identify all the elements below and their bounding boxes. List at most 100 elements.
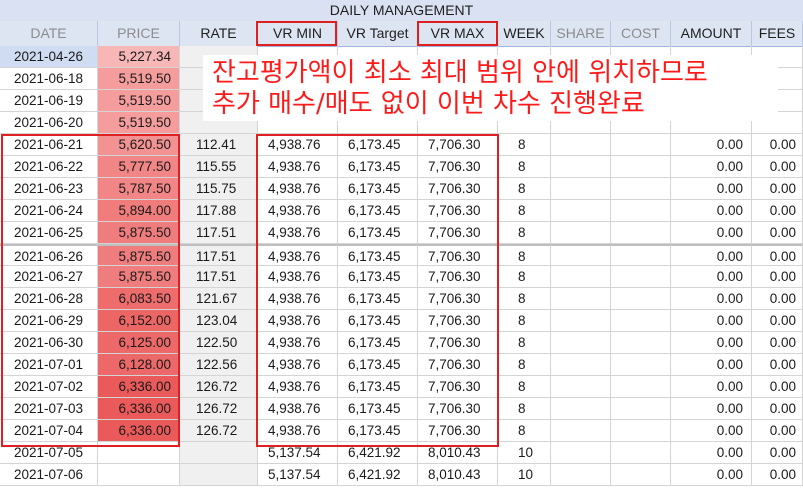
vr-target-cell[interactable]: 6,421.92: [338, 464, 418, 486]
week-cell[interactable]: 8: [498, 310, 551, 332]
amount-cell[interactable]: 0.00: [671, 376, 752, 398]
cost-cell[interactable]: [611, 222, 671, 244]
rate-cell[interactable]: 121.67: [180, 288, 258, 310]
cost-cell[interactable]: [611, 156, 671, 178]
price-cell[interactable]: 6,336.00: [98, 376, 180, 398]
fees-cell[interactable]: 0.00: [752, 222, 803, 244]
week-cell[interactable]: 8: [498, 332, 551, 354]
vr-max-cell[interactable]: 7,706.30: [418, 354, 498, 376]
share-cell[interactable]: [551, 464, 611, 486]
table-row[interactable]: 2021-06-23 5,787.50 115.75 4,938.76 6,173.45…: [0, 178, 803, 200]
price-cell[interactable]: 5,787.50: [98, 178, 180, 200]
amount-cell[interactable]: 0.00: [671, 266, 752, 288]
cost-cell[interactable]: [611, 464, 671, 486]
vr-target-cell[interactable]: 6,173.45: [338, 222, 418, 244]
amount-cell[interactable]: 0.00: [671, 354, 752, 376]
table-row[interactable]: 2021-07-02 6,336.00 126.72 4,938.76 6,173.45…: [0, 376, 803, 398]
date-cell[interactable]: 2021-06-18: [0, 68, 98, 90]
vr-min-cell[interactable]: 4,938.76: [258, 156, 338, 178]
rate-cell[interactable]: 117.51: [180, 266, 258, 288]
rate-cell[interactable]: 112.41: [180, 134, 258, 156]
header-vr-min[interactable]: VR MIN: [258, 21, 338, 46]
cost-cell[interactable]: [611, 310, 671, 332]
vr-target-cell[interactable]: 6,173.45: [338, 398, 418, 420]
share-cell[interactable]: [551, 442, 611, 464]
table-row[interactable]: 2021-06-25 5,875.50 117.51 4,938.76 6,173.45…: [0, 222, 803, 244]
date-cell[interactable]: 2021-06-19: [0, 90, 98, 112]
date-cell[interactable]: 2021-06-30: [0, 332, 98, 354]
vr-max-cell[interactable]: 7,706.30: [418, 398, 498, 420]
price-cell[interactable]: 5,875.50: [98, 244, 180, 266]
vr-min-cell[interactable]: 4,938.76: [258, 178, 338, 200]
vr-min-cell[interactable]: 4,938.76: [258, 398, 338, 420]
fees-cell[interactable]: 0.00: [752, 156, 803, 178]
fees-cell[interactable]: 0.00: [752, 376, 803, 398]
price-cell[interactable]: 5,227.34: [98, 46, 180, 68]
cost-cell[interactable]: [611, 398, 671, 420]
date-cell[interactable]: 2021-06-21: [0, 134, 98, 156]
header-week[interactable]: WEEK: [498, 21, 551, 46]
vr-target-cell[interactable]: 6,173.45: [338, 266, 418, 288]
vr-min-cell[interactable]: 4,938.76: [258, 420, 338, 442]
fees-cell[interactable]: 0.00: [752, 178, 803, 200]
header-rate[interactable]: RATE: [180, 21, 258, 46]
fees-cell[interactable]: 0.00: [752, 200, 803, 222]
amount-cell[interactable]: 0.00: [671, 398, 752, 420]
date-cell[interactable]: 2021-07-05: [0, 442, 98, 464]
table-row[interactable]: 2021-06-27 5,875.50 117.51 4,938.76 6,173.45…: [0, 266, 803, 288]
week-cell[interactable]: 8: [498, 178, 551, 200]
share-cell[interactable]: [551, 398, 611, 420]
week-cell[interactable]: 8: [498, 156, 551, 178]
week-cell[interactable]: 8: [498, 244, 551, 266]
share-cell[interactable]: [551, 332, 611, 354]
table-row[interactable]: 2021-06-22 5,777.50 115.55 4,938.76 6,173.45…: [0, 156, 803, 178]
share-cell[interactable]: [551, 200, 611, 222]
date-cell[interactable]: 2021-06-23: [0, 178, 98, 200]
amount-cell[interactable]: 0.00: [671, 200, 752, 222]
amount-cell[interactable]: 0.00: [671, 156, 752, 178]
price-cell[interactable]: [98, 442, 180, 464]
date-cell[interactable]: 2021-07-01: [0, 354, 98, 376]
vr-min-cell[interactable]: 4,938.76: [258, 376, 338, 398]
rate-cell[interactable]: 122.50: [180, 332, 258, 354]
cost-cell[interactable]: [611, 376, 671, 398]
share-cell[interactable]: [551, 156, 611, 178]
header-cost[interactable]: COST: [611, 21, 671, 46]
vr-min-cell[interactable]: 4,938.76: [258, 354, 338, 376]
rate-cell[interactable]: [180, 442, 258, 464]
week-cell[interactable]: 8: [498, 222, 551, 244]
vr-max-cell[interactable]: 8,010.43: [418, 442, 498, 464]
vr-target-cell[interactable]: 6,173.45: [338, 178, 418, 200]
vr-max-cell[interactable]: 7,706.30: [418, 222, 498, 244]
rate-cell[interactable]: 126.72: [180, 376, 258, 398]
amount-cell[interactable]: 0.00: [671, 332, 752, 354]
table-row[interactable]: 2021-06-30 6,125.00 122.50 4,938.76 6,173.45…: [0, 332, 803, 354]
date-cell[interactable]: 2021-06-20: [0, 112, 98, 134]
vr-max-cell[interactable]: 7,706.30: [418, 288, 498, 310]
table-row[interactable]: 2021-07-04 6,336.00 126.72 4,938.76 6,173.45…: [0, 420, 803, 442]
price-cell[interactable]: 6,336.00: [98, 420, 180, 442]
fees-cell[interactable]: 0.00: [752, 244, 803, 266]
fees-cell[interactable]: 0.00: [752, 442, 803, 464]
fees-cell[interactable]: 0.00: [752, 288, 803, 310]
vr-max-cell[interactable]: 7,706.30: [418, 178, 498, 200]
price-cell[interactable]: 5,777.50: [98, 156, 180, 178]
cost-cell[interactable]: [611, 332, 671, 354]
vr-min-cell[interactable]: 4,938.76: [258, 288, 338, 310]
cost-cell[interactable]: [611, 244, 671, 266]
week-cell[interactable]: 8: [498, 134, 551, 156]
cost-cell[interactable]: [611, 178, 671, 200]
header-date[interactable]: DATE: [0, 21, 98, 46]
share-cell[interactable]: [551, 178, 611, 200]
week-cell[interactable]: 8: [498, 266, 551, 288]
vr-min-cell[interactable]: 4,938.76: [258, 244, 338, 266]
week-cell[interactable]: 8: [498, 376, 551, 398]
header-amount[interactable]: AMOUNT: [671, 21, 752, 46]
date-cell[interactable]: 2021-04-26: [0, 46, 98, 68]
amount-cell[interactable]: 0.00: [671, 442, 752, 464]
fees-cell[interactable]: 0.00: [752, 398, 803, 420]
amount-cell[interactable]: 0.00: [671, 134, 752, 156]
vr-min-cell[interactable]: 4,938.76: [258, 266, 338, 288]
vr-target-cell[interactable]: 6,173.45: [338, 244, 418, 266]
week-cell[interactable]: 10: [498, 442, 551, 464]
